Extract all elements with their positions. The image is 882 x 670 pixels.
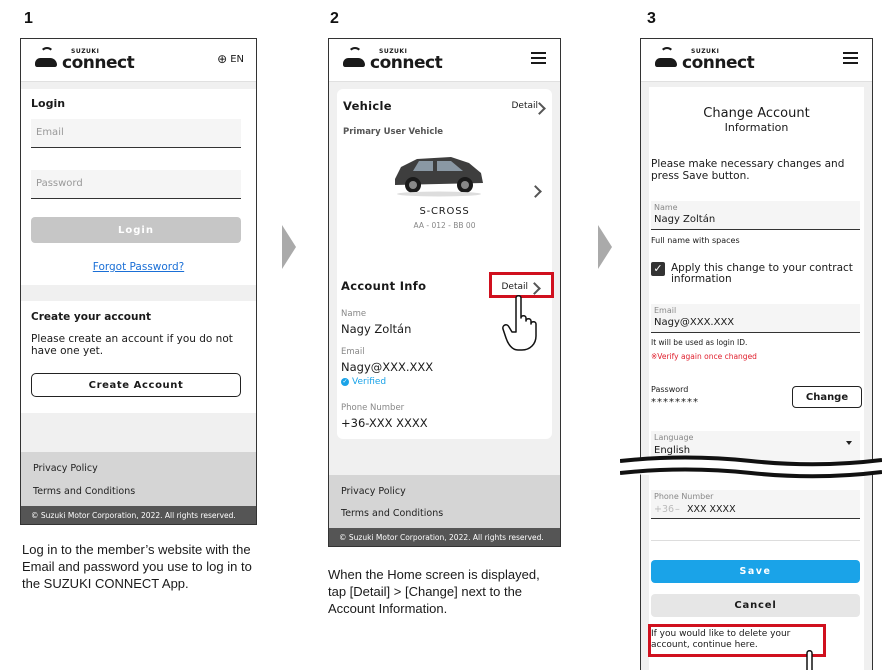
- vehicle-card: Vehicle Detail Primary User Vehicle S-CR…: [337, 89, 552, 296]
- primary-user-label: Primary User Vehicle: [343, 127, 444, 137]
- hamburger-menu-icon[interactable]: [843, 52, 858, 64]
- language-selector[interactable]: ⊕ EN: [217, 52, 244, 66]
- privacy-policy-link[interactable]: Privacy Policy: [33, 463, 98, 474]
- name-hint: Full name with spaces: [651, 236, 740, 245]
- forgot-password-link[interactable]: Forgot Password?: [21, 261, 256, 273]
- step-number-3: 3: [647, 10, 656, 27]
- email-hint: It will be used as login ID.: [651, 338, 748, 347]
- car-image: [395, 157, 483, 197]
- email-input[interactable]: Email: [31, 119, 241, 148]
- account-name: Nagy Zoltán: [341, 322, 412, 336]
- account-email: Nagy@XXX.XXX: [341, 360, 434, 374]
- step-number-1: 1: [24, 10, 33, 27]
- footer: Privacy Policy Terms and Conditions © Su…: [21, 452, 256, 524]
- account-phone: +36-XXX XXXX: [341, 416, 428, 430]
- copyright: © Suzuki Motor Corporation, 2022. All ri…: [329, 528, 560, 546]
- copyright: © Suzuki Motor Corporation, 2022. All ri…: [21, 506, 256, 524]
- next-arrow-1: [282, 225, 296, 269]
- change-account-screen: SUZUKI connect Change Account Informatio…: [640, 38, 873, 670]
- email-field[interactable]: Email Nagy@XXX.XXX: [651, 304, 860, 333]
- app-header: SUZUKI connect ⊕ EN: [21, 39, 256, 82]
- app-header: SUZUKI connect: [329, 39, 560, 82]
- divider: [651, 540, 860, 541]
- page-title: Change Account Information: [703, 106, 810, 135]
- login-button[interactable]: Login: [31, 217, 241, 243]
- apply-change-checkbox[interactable]: ✓: [651, 262, 665, 276]
- account-info-title: Account Info: [341, 279, 427, 293]
- password-input[interactable]: Password: [31, 170, 241, 199]
- vehicle-title: Vehicle: [343, 99, 392, 113]
- apply-change-label: Apply this change to your contract infor…: [671, 262, 853, 285]
- hamburger-menu-icon[interactable]: [531, 52, 546, 64]
- vehicle-plate: AA - 012 - BB 00: [413, 221, 476, 230]
- change-password-button[interactable]: Change: [792, 386, 862, 408]
- step-number-2: 2: [330, 10, 339, 27]
- create-account-card: Create your account Please create an acc…: [21, 301, 256, 413]
- save-button[interactable]: Save: [651, 560, 860, 583]
- chevron-right-icon[interactable]: [529, 185, 542, 198]
- create-account-button[interactable]: Create Account: [31, 373, 241, 397]
- pointing-hand-icon: [806, 650, 813, 670]
- footer: Privacy Policy Terms and Conditions © Su…: [329, 475, 560, 546]
- pointing-hand-icon: [502, 295, 537, 351]
- change-form: Change Account Information Please make n…: [649, 87, 864, 670]
- globe-icon: ⊕: [217, 52, 228, 66]
- terms-link[interactable]: Terms and Conditions: [341, 508, 443, 519]
- caret-down-icon: [846, 441, 852, 445]
- vehicle-model: S-CROSS: [419, 206, 470, 217]
- login-screen: SUZUKI connect ⊕ EN Login Email Password…: [20, 38, 257, 525]
- create-account-text: Please create an account if you do not h…: [31, 333, 233, 357]
- next-arrow-2: [598, 225, 612, 269]
- login-title: Login: [31, 97, 66, 110]
- caption-1: Log in to the member’s website with the …: [22, 542, 252, 591]
- caption-2: When the Home screen is displayed, tap […: [328, 567, 540, 616]
- terms-link[interactable]: Terms and Conditions: [33, 486, 135, 497]
- email-warning: ※Verify again once changed: [651, 352, 757, 361]
- check-circle-icon: ✓: [341, 378, 349, 386]
- create-account-title: Create your account: [31, 311, 151, 323]
- app-header: SUZUKI connect: [641, 39, 872, 82]
- intro-text: Please make necessary changes and press …: [651, 158, 845, 182]
- privacy-policy-link[interactable]: Privacy Policy: [341, 486, 406, 497]
- login-card: Login Email Password Login Forgot Passwo…: [21, 89, 256, 285]
- cancel-button[interactable]: Cancel: [651, 594, 860, 617]
- home-screen: SUZUKI connect Vehicle Detail Primary Us…: [328, 38, 561, 547]
- break-mark: [620, 455, 882, 479]
- phone-field[interactable]: Phone Number +36 – XXX XXXX: [651, 490, 860, 519]
- password-label: Password: [651, 385, 689, 394]
- verified-badge: ✓ Verified: [341, 377, 387, 387]
- name-field[interactable]: Name Nagy Zoltán: [651, 201, 860, 230]
- password-value: ********: [651, 397, 699, 408]
